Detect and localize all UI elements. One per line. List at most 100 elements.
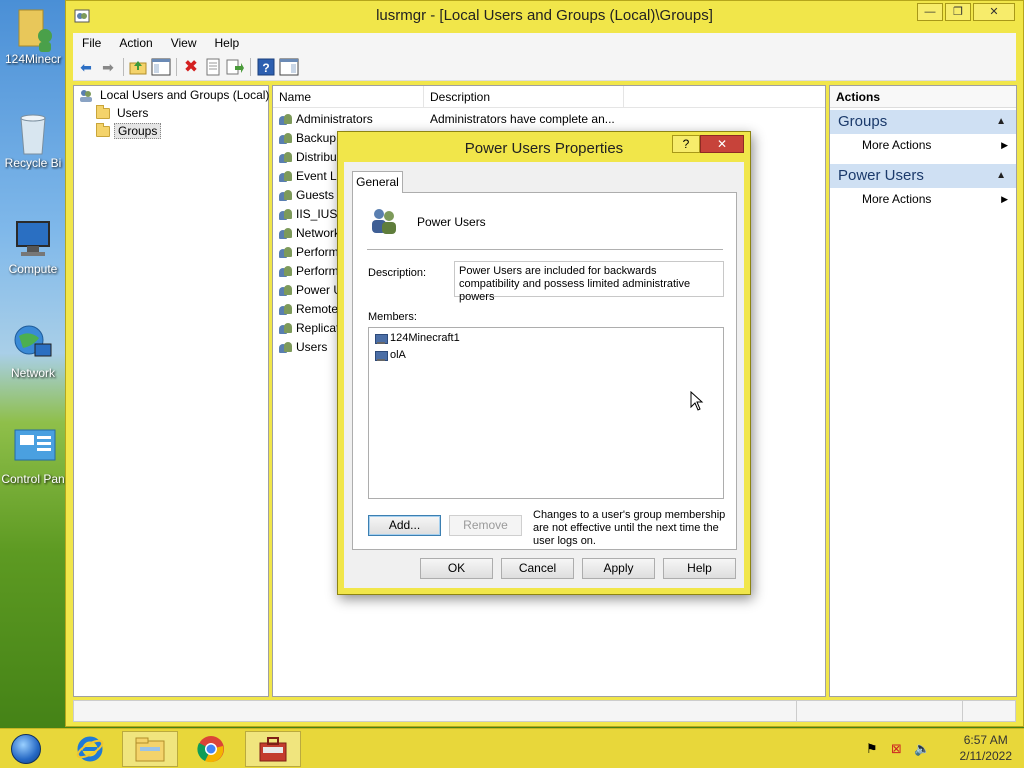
dialog-close-button[interactable]: ✕ xyxy=(700,135,744,153)
row-name-cell: Users xyxy=(279,340,327,354)
table-row[interactable]: Administrators Administrators have comple… xyxy=(273,110,825,129)
recycle-bin-icon xyxy=(11,110,55,155)
forward-arrow-icon[interactable]: ➡ xyxy=(98,57,118,77)
group-name: Perform xyxy=(296,264,339,278)
properties-icon[interactable] xyxy=(203,57,223,77)
desktop-icon-label: 124Minecr xyxy=(4,52,62,66)
collapse-up-icon[interactable]: ▲ xyxy=(996,110,1006,134)
restore-button[interactable]: ❐ xyxy=(945,3,971,21)
dialog-help-button[interactable]: ? xyxy=(672,135,700,153)
user-folder-icon xyxy=(11,6,55,52)
file-explorer-icon xyxy=(135,737,165,762)
taskbar-computer-management[interactable] xyxy=(245,731,301,767)
apply-button[interactable]: Apply xyxy=(582,558,655,579)
group-icon xyxy=(279,265,293,278)
tree-item-users[interactable]: Users xyxy=(96,104,151,122)
group-icon xyxy=(279,132,293,145)
desktop-icon-recycle-bin[interactable]: Recycle Bi xyxy=(0,110,66,170)
members-list[interactable]: 124Minecraft1 olA xyxy=(368,327,724,499)
export-list-icon[interactable] xyxy=(225,57,245,77)
row-name-cell: IIS_IUSR xyxy=(279,207,346,221)
dialog-body: General Power Users Description: Power U… xyxy=(344,162,744,588)
group-icon xyxy=(279,341,293,354)
more-actions-power-users[interactable]: More Actions ▶ xyxy=(830,189,1016,209)
tree-item-label: Groups xyxy=(114,123,162,139)
row-name-cell: Administrators xyxy=(279,112,373,126)
help-button[interactable]: Help xyxy=(663,558,736,579)
desktop-icon-user-folder[interactable]: 124Minecr xyxy=(0,6,66,66)
column-name-header[interactable]: Name xyxy=(273,86,424,108)
tree-item-groups[interactable]: Groups xyxy=(96,122,162,140)
menu-action[interactable]: Action xyxy=(110,33,161,53)
submenu-arrow-icon: ▶ xyxy=(1001,194,1008,204)
desktop-icon-computer[interactable]: Compute xyxy=(0,216,66,276)
toolbar-separator xyxy=(123,58,124,76)
group-icon xyxy=(279,151,293,164)
cancel-button[interactable]: Cancel xyxy=(501,558,574,579)
description-field[interactable]: Power Users are included for backwards c… xyxy=(454,261,724,303)
power-users-properties-dialog: Power Users Properties ? ✕ General Power… xyxy=(337,131,751,595)
actions-section-power-users[interactable]: Power Users ▲ xyxy=(830,164,1016,188)
divider xyxy=(367,249,723,250)
delete-icon[interactable]: ✖ xyxy=(181,57,201,77)
taskbar: ⚑ ⊠ 🔈 6:57 AM 2/11/2022 xyxy=(0,728,1024,768)
internet-explorer-icon xyxy=(76,736,104,762)
windows-logo-icon xyxy=(11,734,41,764)
tree-root[interactable]: Local Users and Groups (Local) xyxy=(78,86,272,104)
taskbar-internet-explorer[interactable] xyxy=(62,731,118,767)
member-item[interactable]: 124Minecraft1 xyxy=(374,330,460,346)
section-title: Power Users xyxy=(838,167,924,184)
back-arrow-icon[interactable]: ⬅ xyxy=(76,57,96,77)
more-actions-groups[interactable]: More Actions ▶ xyxy=(830,135,1016,155)
group-name: Distribu xyxy=(296,150,337,164)
network-status-icon[interactable]: ⊠ xyxy=(891,741,902,757)
desktop-icon-label: Control Pan xyxy=(1,472,65,486)
add-button[interactable]: Add... xyxy=(368,515,441,536)
group-name: Administrators xyxy=(296,112,373,126)
ok-button[interactable]: OK xyxy=(420,558,493,579)
clock-date: 2/11/2022 xyxy=(959,749,1013,763)
up-one-level-icon[interactable] xyxy=(128,57,148,77)
taskbar-file-explorer[interactable] xyxy=(122,731,178,767)
action-center-flag-icon[interactable]: ⚑ xyxy=(866,741,878,757)
group-name: Power Users xyxy=(417,215,486,229)
collapse-up-icon[interactable]: ▲ xyxy=(996,164,1006,188)
group-icon xyxy=(368,205,400,237)
row-name-cell: Replicat xyxy=(279,321,339,335)
status-segment xyxy=(796,701,797,721)
start-button[interactable] xyxy=(6,732,46,766)
desktop-icon-label: Recycle Bi xyxy=(4,156,62,170)
help-icon[interactable]: ? xyxy=(256,57,276,77)
member-name: olA xyxy=(390,349,406,361)
desktop-icon-network[interactable]: Network xyxy=(0,320,66,380)
menu-bar: File Action View Help xyxy=(73,33,1016,53)
column-description-header[interactable]: Description xyxy=(424,86,624,108)
group-name: Users xyxy=(296,340,328,354)
show-hide-action-pane-icon[interactable] xyxy=(279,57,299,77)
close-button[interactable]: ✕ xyxy=(973,3,1015,21)
group-icon xyxy=(279,227,293,240)
volume-icon[interactable]: 🔈 xyxy=(914,741,930,757)
menu-view[interactable]: View xyxy=(162,33,206,53)
actions-pane: Actions Groups ▲ More Actions ▶ Power Us… xyxy=(829,85,1017,697)
menu-file[interactable]: File xyxy=(73,33,110,53)
control-panel-icon xyxy=(11,426,56,470)
taskbar-chrome[interactable] xyxy=(183,731,239,767)
clock[interactable]: 6:57 AM 2/11/2022 xyxy=(960,732,1013,764)
row-name-cell: Backup xyxy=(279,131,336,145)
minimize-button[interactable]: — xyxy=(917,3,943,21)
actions-section-groups[interactable]: Groups ▲ xyxy=(830,110,1016,134)
show-hide-console-tree-icon[interactable] xyxy=(151,57,171,77)
row-name-cell: Guests xyxy=(279,188,334,202)
tree-item-label: Users xyxy=(117,106,149,120)
network-icon xyxy=(11,320,55,364)
remove-button[interactable]: Remove xyxy=(449,515,522,536)
menu-help[interactable]: Help xyxy=(206,33,249,53)
window-title: lusrmgr - [Local Users and Groups (Local… xyxy=(376,7,713,24)
desktop-icon-control-panel[interactable]: Control Pan xyxy=(0,426,66,486)
group-icon xyxy=(279,322,293,335)
tab-general[interactable]: General xyxy=(352,171,403,193)
toolbar-separator xyxy=(176,58,177,76)
folder-icon xyxy=(96,104,110,119)
member-item[interactable]: olA xyxy=(374,347,406,363)
